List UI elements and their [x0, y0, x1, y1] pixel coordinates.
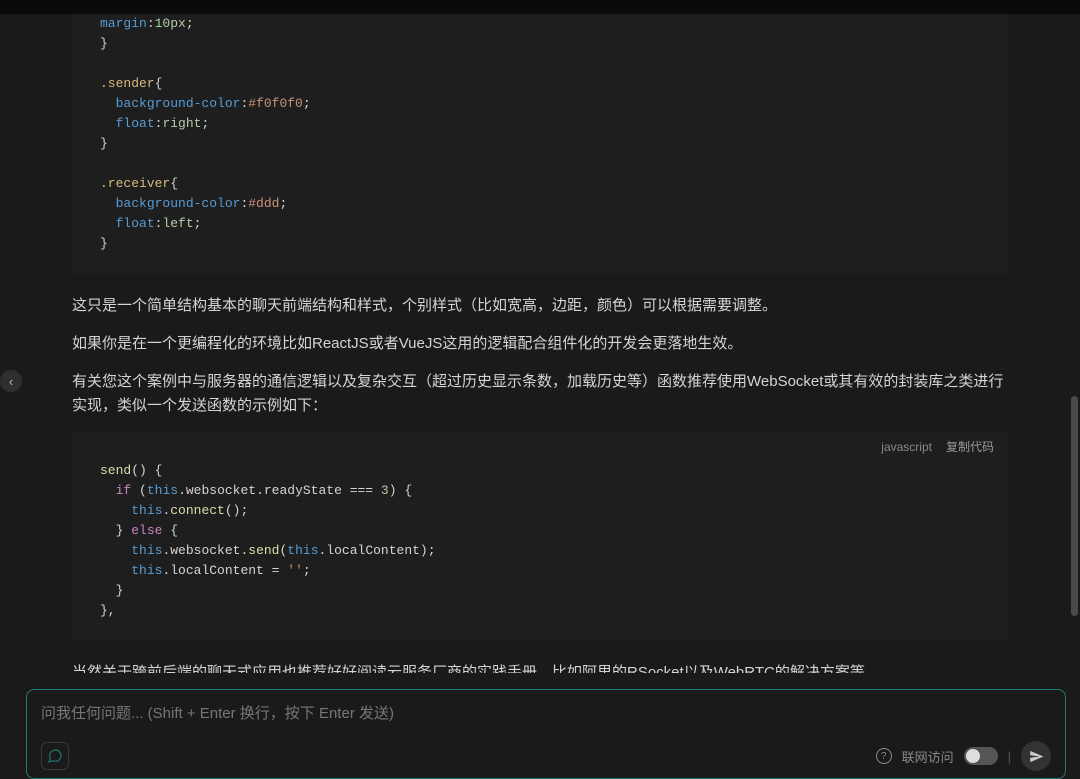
- whatsapp-icon: [47, 748, 63, 764]
- copy-code-button[interactable]: 复制代码: [946, 438, 994, 455]
- prose-paragraph: 有关您这个案例中与服务器的通信逻辑以及复杂交互（超过历史显示条数，加载历史等）函…: [72, 370, 1008, 418]
- code-body: send() { if (this.websocket.readyState =…: [72, 461, 1008, 641]
- send-icon: [1029, 749, 1044, 764]
- prose-paragraph: 如果你是在一个更编程化的环境比如ReactJS或者VueJS这用的逻辑配合组件化…: [72, 332, 1008, 356]
- code-block-css: margin:10px; } .sender{ background-color…: [72, 14, 1008, 274]
- code-body: margin:10px; } .sender{ background-color…: [72, 14, 1008, 274]
- input-toolbar: ? 联网访问 |: [41, 742, 1051, 770]
- input-right-controls: ? 联网访问 |: [876, 741, 1051, 771]
- code-block-js: javascript 复制代码 send() { if (this.websoc…: [72, 432, 1008, 641]
- code-lang-label: javascript: [881, 440, 932, 454]
- prose-paragraph: 这只是一个简单结构基本的聊天前端结构和样式，个别样式（比如宽高，边距，颜色）可以…: [72, 294, 1008, 318]
- top-bar: [0, 0, 1080, 14]
- scrollbar[interactable]: [1070, 20, 1078, 669]
- toggle-knob: [966, 749, 980, 763]
- scrollbar-thumb[interactable]: [1071, 396, 1078, 616]
- chat-input[interactable]: [41, 702, 1051, 742]
- send-button[interactable]: [1021, 741, 1051, 771]
- prose-paragraph: 当然关于跨前后端的聊天式应用也推荐好好阅读云服务厂商的实践手册，比如阿里的RSo…: [72, 661, 1008, 673]
- chat-input-area: ? 联网访问 |: [26, 689, 1066, 779]
- chat-history-button[interactable]: [41, 742, 69, 770]
- net-access-toggle[interactable]: [964, 747, 998, 765]
- help-icon[interactable]: ?: [876, 748, 892, 764]
- code-header: javascript 复制代码: [72, 432, 1008, 461]
- net-access-label: 联网访问: [902, 747, 954, 766]
- divider: |: [1008, 749, 1011, 764]
- message-content: margin:10px; } .sender{ background-color…: [12, 14, 1068, 673]
